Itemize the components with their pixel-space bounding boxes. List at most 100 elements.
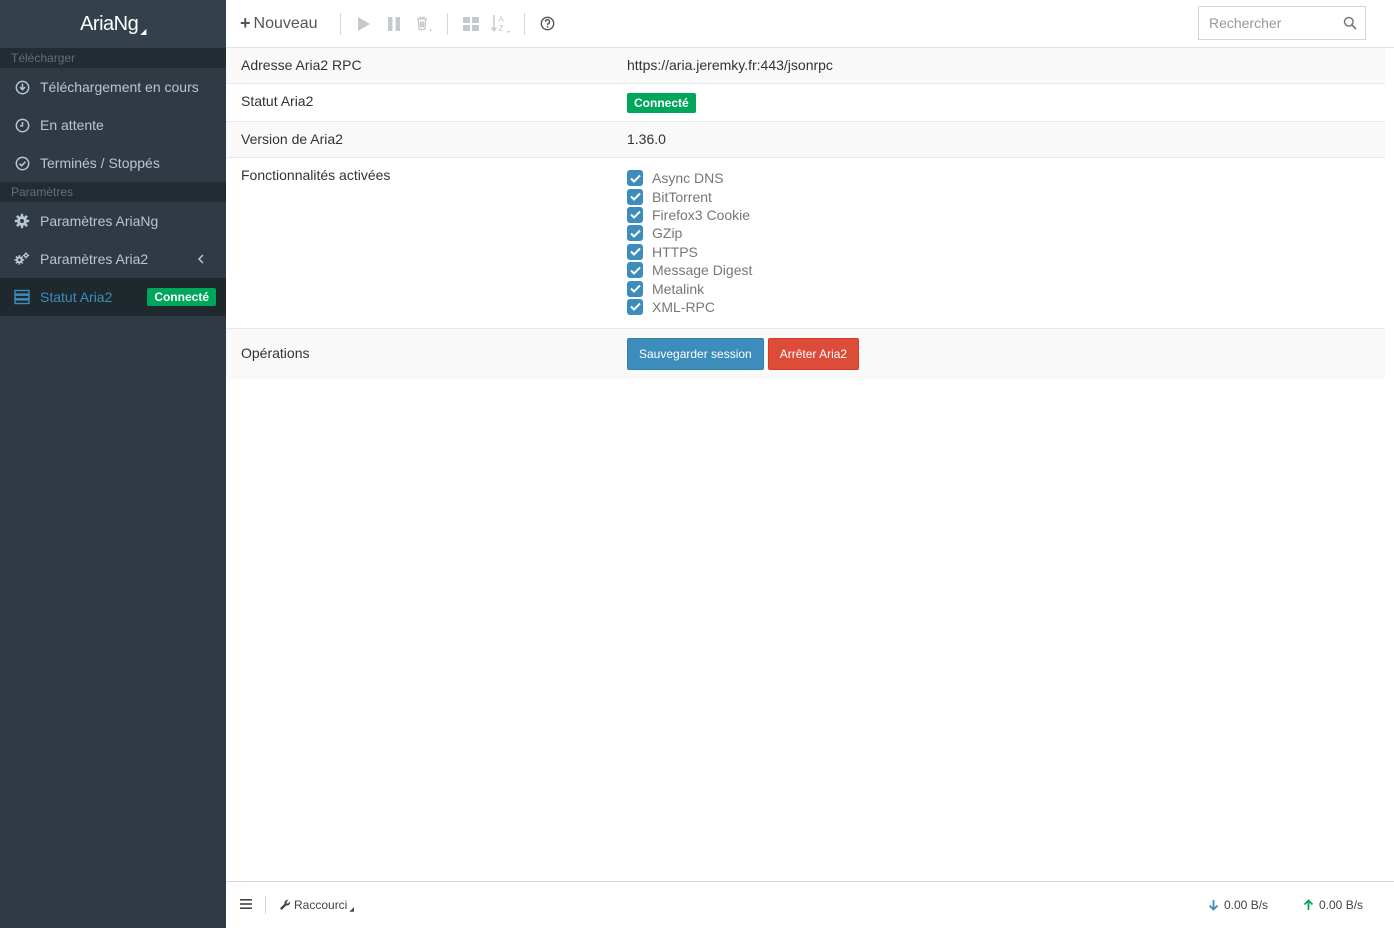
sidebar-item-label: Terminés / Stoppés	[40, 155, 160, 171]
features-row: Fonctionnalités activées Async DNS BitTo…	[226, 158, 1385, 329]
sidebar-item-label: Paramètres Aria2	[40, 251, 149, 267]
sidebar-item-aria2-status[interactable]: Statut Aria2 Connecté	[0, 278, 226, 316]
sidebar-item-waiting[interactable]: En attente	[0, 106, 226, 144]
feature-name: XML-RPC	[652, 298, 716, 315]
checkbox-checked-icon	[627, 170, 643, 187]
pause-button[interactable]	[379, 9, 409, 39]
status-badge: Connecté	[147, 288, 216, 306]
brand-logo[interactable]: AriaNg ◢	[0, 0, 226, 48]
server-icon	[14, 289, 30, 305]
new-task-button[interactable]: + Nouveau	[240, 13, 318, 34]
rpc-address-value: https://aria.jeremky.fr:443/jsonrpc	[627, 57, 833, 73]
sidebar-item-stopped[interactable]: Terminés / Stoppés	[0, 144, 226, 182]
features-label: Fonctionnalités activées	[241, 167, 391, 183]
arrow-down-icon	[1208, 900, 1219, 911]
sidebar-item-label: Téléchargement en cours	[40, 79, 199, 95]
section-header-settings: Paramètres	[0, 182, 226, 202]
aria2-version-value: 1.36.0	[627, 131, 666, 147]
sort-alpha-icon: AZ	[490, 14, 510, 33]
svg-text:Z: Z	[498, 24, 503, 33]
list-item: GZip	[627, 224, 1370, 242]
checkbox-checked-icon	[627, 298, 643, 315]
new-task-label: Nouveau	[253, 14, 318, 32]
check-circle-icon	[14, 155, 30, 171]
aria2-status-label: Statut Aria2	[241, 93, 314, 109]
pause-icon	[387, 16, 400, 31]
list-item: HTTPS	[627, 243, 1370, 261]
checkbox-checked-icon	[627, 188, 643, 205]
grid-icon	[462, 16, 479, 31]
feature-name: Message Digest	[652, 262, 753, 279]
select-all-button[interactable]	[456, 9, 486, 39]
checkbox-checked-icon	[627, 262, 643, 279]
aria2-status-panel: Adresse Aria2 RPC https://aria.jeremky.f…	[226, 48, 1385, 379]
sort-button[interactable]: AZ	[486, 9, 516, 39]
aria2-status-row: Statut Aria2 Connecté	[226, 84, 1385, 122]
feature-name: HTTPS	[652, 243, 698, 260]
toolbar: + Nouveau AZ	[226, 0, 1394, 48]
footer-divider	[265, 896, 266, 914]
feature-name: GZip	[652, 225, 683, 242]
connected-badge: Connecté	[627, 93, 696, 113]
play-icon	[357, 16, 370, 31]
rpc-address-label: Adresse Aria2 RPC	[241, 57, 362, 73]
checkbox-checked-icon	[627, 225, 643, 242]
checkbox-checked-icon	[627, 206, 643, 223]
caret-down-icon: ◢	[140, 26, 146, 36]
aria2-version-row: Version de Aria2 1.36.0	[226, 122, 1385, 158]
checkbox-checked-icon	[627, 280, 643, 297]
chevron-left-icon	[194, 252, 208, 266]
shortcut-button[interactable]: Raccourci ◢	[279, 898, 354, 913]
clock-icon	[14, 117, 30, 133]
gears-icon	[14, 251, 30, 267]
features-list: Async DNS BitTorrent Firefox3 Cookie GZi…	[612, 158, 1385, 328]
search-icon[interactable]	[1343, 16, 1357, 33]
help-button[interactable]	[533, 9, 563, 39]
sidebar-item-label: Paramètres AriaNg	[40, 213, 159, 229]
operations-row: Opérations Sauvegarder session Arrêter Ar…	[226, 329, 1385, 379]
list-item: XML-RPC	[627, 298, 1370, 316]
operations-label: Opérations	[241, 345, 310, 361]
arrow-circle-down-icon	[14, 79, 30, 95]
sidebar-item-label: Statut Aria2	[40, 289, 113, 305]
feature-name: Metalink	[652, 280, 705, 297]
caret-down-icon: ◢	[349, 906, 354, 913]
checkbox-checked-icon	[627, 243, 643, 260]
upload-speed: 0.00 B/s	[1303, 898, 1363, 912]
sidebar-item-downloading[interactable]: Téléchargement en cours	[0, 68, 226, 106]
sidebar-item-ariang-settings[interactable]: Paramètres AriaNg	[0, 202, 226, 240]
sidebar: AriaNg ◢ Télécharger Téléchargement en c…	[0, 0, 226, 928]
wrench-icon	[280, 899, 291, 910]
save-session-button[interactable]: Sauvegarder session	[627, 338, 764, 370]
sidebar-item-label: En attente	[40, 117, 104, 133]
list-item: Message Digest	[627, 261, 1370, 279]
upload-speed-value: 0.00 B/s	[1319, 898, 1364, 912]
sidebar-item-aria2-settings[interactable]: Paramètres Aria2	[0, 240, 226, 278]
list-item: BitTorrent	[627, 187, 1370, 205]
gear-icon	[14, 213, 30, 229]
trash-icon	[416, 16, 432, 31]
toolbar-divider	[523, 12, 525, 35]
list-item: Async DNS	[627, 169, 1370, 187]
stop-aria2-button[interactable]: Arrêter Aria2	[767, 338, 860, 370]
start-button[interactable]	[349, 9, 379, 39]
search-input[interactable]	[1209, 15, 1339, 31]
feature-name: BitTorrent	[652, 188, 712, 205]
shortcut-label: Raccourci	[294, 898, 348, 912]
plus-icon: +	[240, 13, 251, 33]
svg-text:A: A	[498, 15, 504, 24]
footer: Raccourci ◢ 0.00 B/s 0.00 B/s	[226, 881, 1394, 928]
toolbar-divider	[446, 12, 448, 35]
list-item: Metalink	[627, 279, 1370, 297]
brand-name: AriaNg	[80, 12, 139, 35]
feature-name: Async DNS	[652, 170, 724, 187]
rpc-address-row: Adresse Aria2 RPC https://aria.jeremky.f…	[226, 48, 1385, 84]
search-box	[1198, 6, 1366, 40]
delete-button[interactable]	[409, 9, 439, 39]
download-speed-value: 0.00 B/s	[1224, 898, 1269, 912]
section-header-download: Télécharger	[0, 48, 226, 68]
hamburger-menu-icon[interactable]	[240, 898, 252, 912]
list-item: Firefox3 Cookie	[627, 206, 1370, 224]
aria2-version-label: Version de Aria2	[241, 131, 343, 147]
toolbar-divider	[339, 12, 341, 35]
